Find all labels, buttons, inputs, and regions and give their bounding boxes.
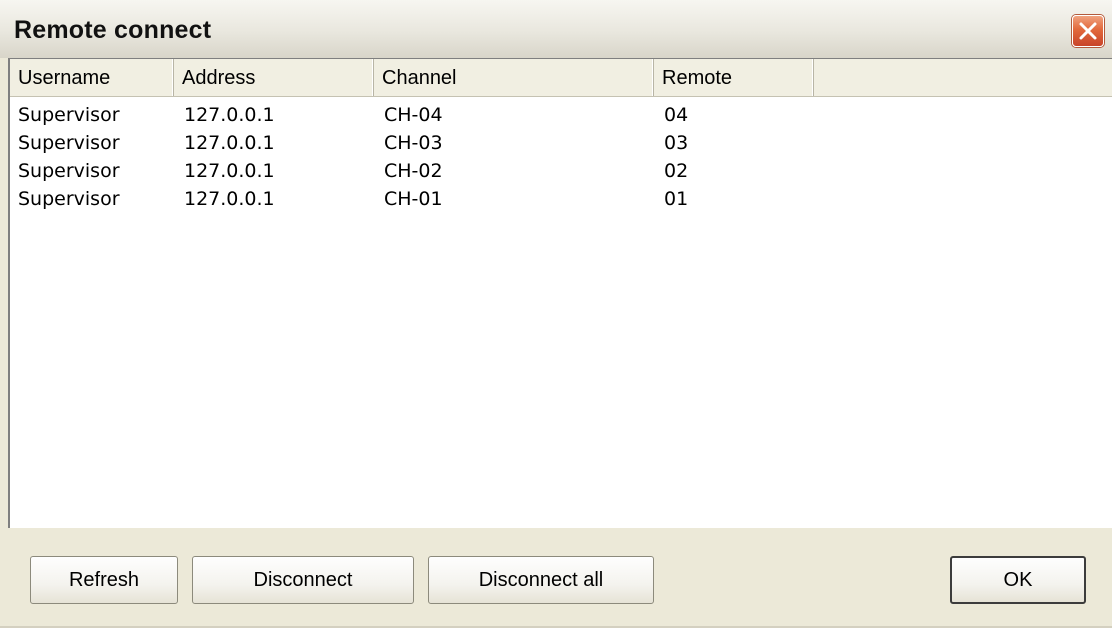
column-header-username[interactable]: Username: [10, 59, 174, 96]
list-rows: Supervisor 127.0.0.1 CH-04 04 Supervisor…: [10, 101, 1112, 213]
list-row[interactable]: Supervisor 127.0.0.1 CH-02 02: [10, 157, 1112, 185]
cell-remote: 01: [664, 188, 689, 210]
list-row[interactable]: Supervisor 127.0.0.1 CH-04 04: [10, 101, 1112, 129]
window-title: Remote connect: [14, 16, 212, 44]
column-header-address[interactable]: Address: [174, 59, 374, 96]
cell-channel: CH-02: [384, 160, 443, 182]
close-icon: [1079, 22, 1097, 40]
cell-remote: 04: [664, 104, 689, 126]
column-header-channel[interactable]: Channel: [374, 59, 654, 96]
cell-address: 127.0.0.1: [184, 132, 275, 154]
column-header-remote[interactable]: Remote: [654, 59, 814, 96]
ok-button[interactable]: OK: [950, 556, 1086, 604]
cell-address: 127.0.0.1: [184, 160, 275, 182]
cell-username: Supervisor: [18, 188, 120, 210]
cell-username: Supervisor: [18, 104, 120, 126]
close-button[interactable]: [1072, 15, 1104, 47]
cell-channel: CH-01: [384, 188, 443, 210]
cell-address: 127.0.0.1: [184, 104, 275, 126]
disconnect-button[interactable]: Disconnect: [192, 556, 414, 604]
cell-remote: 02: [664, 160, 689, 182]
refresh-button[interactable]: Refresh: [30, 556, 178, 604]
list-header: Username Address Channel Remote: [10, 59, 1112, 97]
cell-remote: 03: [664, 132, 689, 154]
connections-list[interactable]: Username Address Channel Remote Supervis…: [8, 58, 1112, 528]
title-bar[interactable]: Remote connect: [0, 0, 1112, 58]
disconnect-all-button[interactable]: Disconnect all: [428, 556, 654, 604]
cell-address: 127.0.0.1: [184, 188, 275, 210]
cell-channel: CH-03: [384, 132, 443, 154]
remote-connect-dialog: Remote connect Username Address Channel …: [0, 0, 1112, 628]
cell-username: Supervisor: [18, 160, 120, 182]
list-row[interactable]: Supervisor 127.0.0.1 CH-03 03: [10, 129, 1112, 157]
list-row[interactable]: Supervisor 127.0.0.1 CH-01 01: [10, 185, 1112, 213]
cell-channel: CH-04: [384, 104, 443, 126]
cell-username: Supervisor: [18, 132, 120, 154]
column-header-filler: [814, 59, 1112, 96]
